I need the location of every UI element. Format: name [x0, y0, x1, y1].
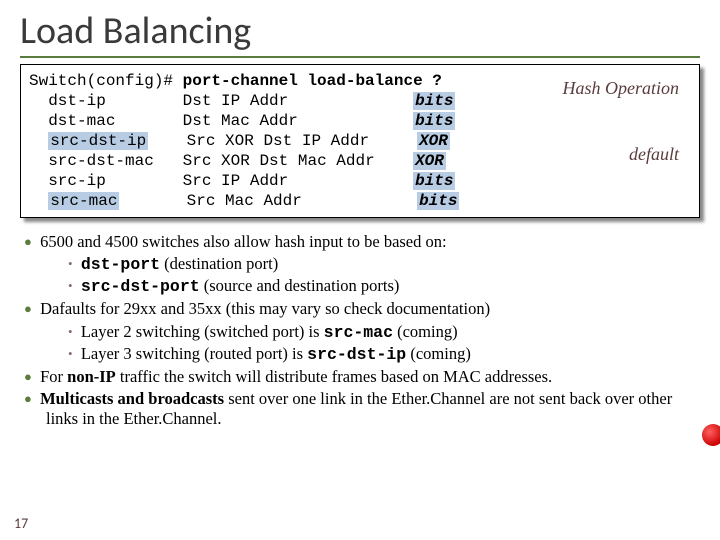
decorative-dot	[702, 424, 720, 446]
title-rule	[20, 56, 700, 58]
page-number: 17	[14, 515, 28, 532]
body-bullets: ● 6500 and 4500 switches also allow hash…	[20, 232, 700, 429]
default-annotation: default	[629, 143, 679, 166]
bullet-l1: ● Multicasts and broadcasts sent over on…	[24, 389, 696, 429]
bullet-l1: ● For non-IP traffic the switch will dis…	[24, 367, 696, 387]
cli-row: src-mac Src Mac Addr bits	[29, 191, 691, 211]
bullet-l1: ● 6500 and 4500 switches also allow hash…	[24, 232, 696, 252]
hash-annotation: Hash Operation	[563, 77, 680, 100]
cli-row: src-ip Src IP Addr bits	[29, 171, 691, 191]
slide-title: Load Balancing	[20, 8, 700, 54]
cli-box: Hash Operation default Switch(config)# p…	[20, 64, 700, 218]
cli-row: src-dst-ip Src XOR Dst IP Addr XOR	[29, 131, 691, 151]
bullet-l2: • src-dst-port (source and destination p…	[68, 276, 696, 297]
cli-row: src-dst-mac Src XOR Dst Mac Addr XOR	[29, 151, 691, 171]
bullet-l2: • Layer 3 switching (routed port) is src…	[68, 344, 696, 365]
cli-row: dst-mac Dst Mac Addr bits	[29, 111, 691, 131]
bullet-l1: ● Dafaults for 29xx and 35xx (this may v…	[24, 299, 696, 319]
bullet-l2: • dst-port (destination port)	[68, 254, 696, 275]
bullet-l2: • Layer 2 switching (switched port) is s…	[68, 322, 696, 343]
